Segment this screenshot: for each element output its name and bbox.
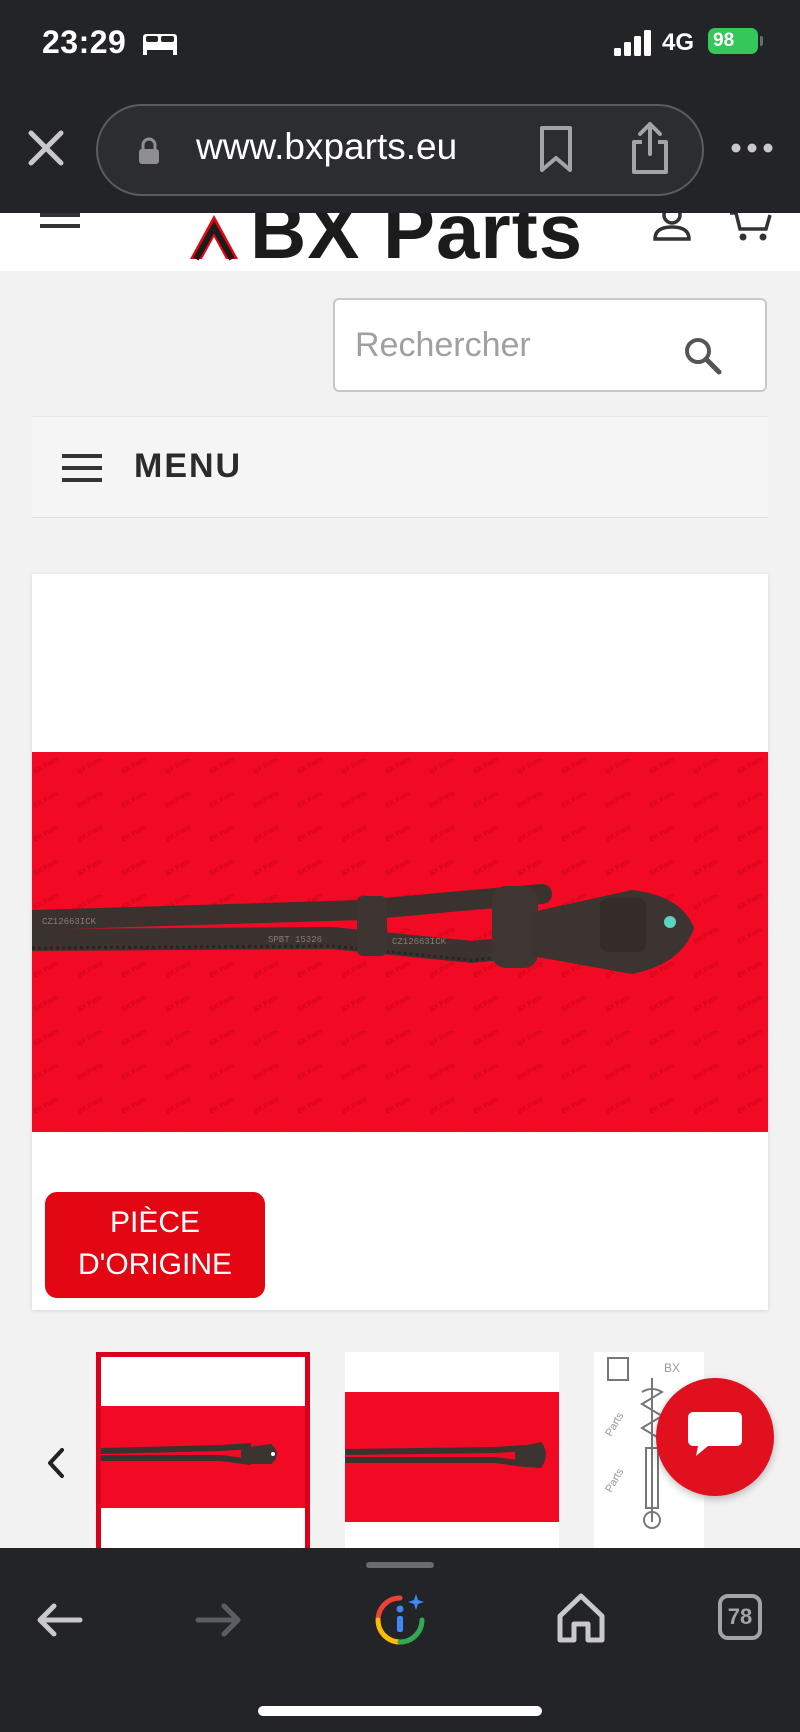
- svg-text:SPBT 15326: SPBT 15326: [268, 935, 322, 945]
- network-label: 4G: [662, 29, 695, 56]
- user-icon[interactable]: [652, 213, 692, 241]
- home-icon[interactable]: [556, 1592, 606, 1644]
- browser-bottom-toolbar: 78: [0, 1548, 800, 1732]
- hamburger-icon[interactable]: [62, 453, 102, 483]
- product-image-card[interactable]: BX Parts CZ12663ICK SPBT 15326 CZ12663IC…: [32, 574, 768, 1310]
- status-bar: 23:29 4G 98: [0, 0, 800, 88]
- share-icon[interactable]: [628, 120, 672, 176]
- cart-icon[interactable]: [728, 213, 772, 243]
- original-part-badge: PIÈCE D'ORIGINE: [45, 1192, 265, 1298]
- chevron-left-icon[interactable]: [44, 1446, 68, 1480]
- cable-thumbnail: [345, 1442, 546, 1468]
- back-arrow-icon[interactable]: [34, 1600, 84, 1640]
- home-indicator: [258, 1706, 542, 1716]
- chat-button[interactable]: [656, 1378, 774, 1496]
- signal-icon: [614, 30, 651, 56]
- svg-text:Parts: Parts: [603, 1410, 626, 1439]
- menu-bar[interactable]: MENU: [32, 416, 768, 518]
- logo-text: BX Parts: [250, 213, 584, 271]
- search-icon[interactable]: [683, 336, 723, 376]
- forward-arrow-icon[interactable]: [194, 1600, 244, 1640]
- thumbnail-photo: [345, 1392, 559, 1522]
- search-input[interactable]: [355, 300, 655, 390]
- logo-mark-icon: [190, 215, 238, 261]
- menu-label[interactable]: MENU: [134, 447, 242, 486]
- thumbnail-1[interactable]: [96, 1352, 310, 1548]
- drag-handle[interactable]: [366, 1562, 434, 1568]
- svg-text:BX: BX: [664, 1361, 680, 1375]
- close-icon[interactable]: [26, 128, 66, 168]
- status-time: 23:29: [42, 24, 127, 60]
- hamburger-icon[interactable]: [40, 213, 80, 233]
- battery-indicator: 98: [708, 28, 763, 54]
- more-icon[interactable]: [730, 138, 774, 158]
- site-logo[interactable]: BX Parts: [186, 213, 583, 271]
- chat-icon: [688, 1412, 742, 1456]
- battery-level: 98: [713, 30, 735, 51]
- cable-image: BX Parts CZ12663ICK SPBT 15326 CZ12663IC…: [32, 752, 768, 1132]
- url-text[interactable]: www.bxparts.eu: [196, 126, 457, 168]
- assistant-icon[interactable]: [372, 1592, 428, 1648]
- thumbnail-photo: [101, 1406, 305, 1508]
- badge-line-2: D'ORIGINE: [77, 1248, 233, 1281]
- svg-text:CZ12663ICK: CZ12663ICK: [392, 937, 447, 947]
- thumbnail-2[interactable]: [345, 1352, 559, 1548]
- tabs-button[interactable]: 78: [718, 1594, 762, 1640]
- site-header: BX Parts: [0, 213, 800, 271]
- cable-thumbnail: [101, 1443, 277, 1465]
- bed-icon: [143, 34, 177, 55]
- bookmark-icon[interactable]: [536, 124, 576, 174]
- search-box: [333, 298, 767, 392]
- svg-text:Parts: Parts: [603, 1466, 626, 1495]
- product-photo[interactable]: BX Parts CZ12663ICK SPBT 15326 CZ12663IC…: [32, 752, 768, 1132]
- badge-line-1: PIÈCE: [109, 1206, 201, 1239]
- svg-text:CZ12663ICK: CZ12663ICK: [42, 917, 97, 927]
- lock-icon: [139, 137, 159, 164]
